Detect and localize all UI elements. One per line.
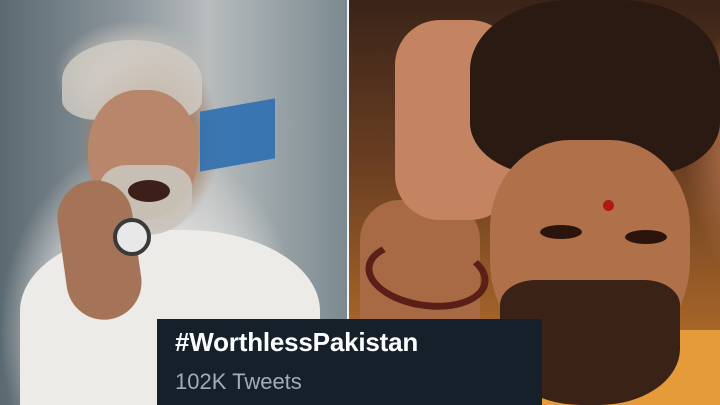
trend-card[interactable]: #WorthlessPakistan 102K Tweets: [157, 319, 542, 405]
right-eye: [625, 230, 667, 244]
open-mouth: [128, 180, 170, 202]
trend-tweet-count: 102K Tweets: [175, 369, 302, 394]
trend-hashtag[interactable]: #WorthlessPakistan: [175, 324, 524, 360]
left-eye: [540, 225, 582, 239]
wristwatch: [113, 218, 151, 256]
blue-tarp: [200, 98, 275, 172]
red-tilak: [603, 200, 614, 211]
